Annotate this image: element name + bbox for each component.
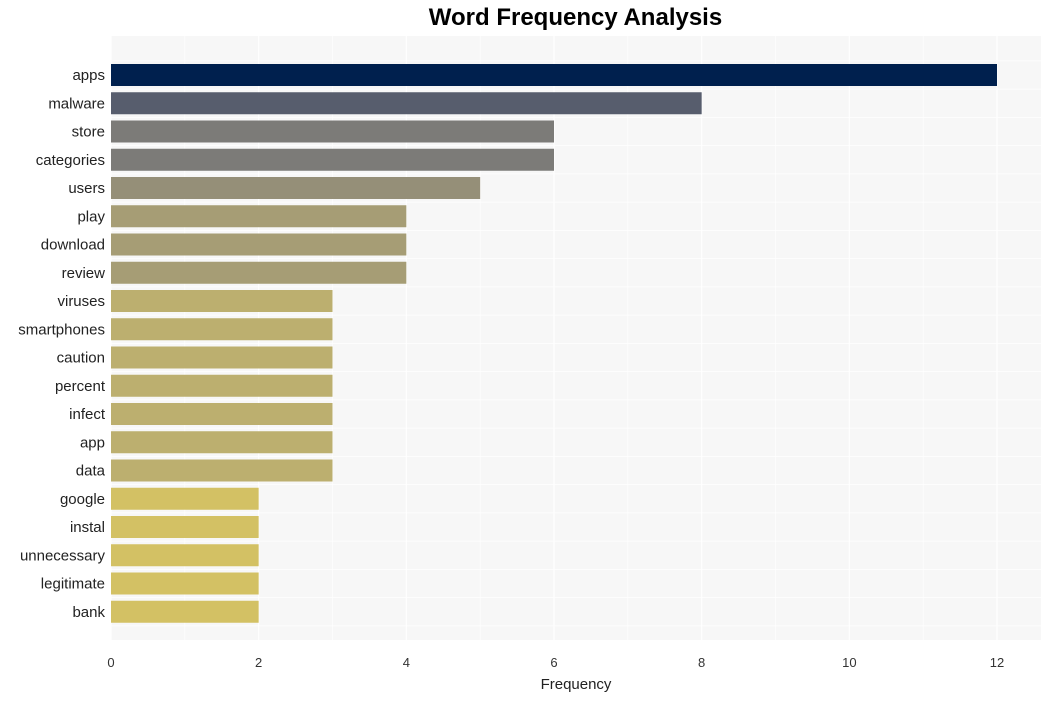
bar-infect (111, 403, 333, 425)
bar-viruses (111, 290, 333, 312)
bar-data (111, 459, 333, 482)
bar-categories (111, 148, 554, 171)
x-tick-label: 4 (403, 655, 410, 670)
bar-chart: apps malware store categories users play downl… (18, 36, 1041, 693)
bar-instal (111, 516, 259, 538)
category-label: download (41, 237, 105, 254)
category-label: malware (48, 95, 105, 112)
x-tick-label: 12 (990, 655, 1004, 670)
category-label: percent (55, 378, 106, 395)
bar-google (111, 487, 259, 510)
category-label: app (80, 434, 105, 451)
x-tick-label: 2 (255, 655, 262, 670)
category-label: users (68, 180, 105, 197)
category-label: categories (36, 152, 105, 169)
category-label: store (72, 124, 105, 141)
bar-download (111, 233, 407, 256)
category-label: infect (69, 406, 106, 423)
bar-store (111, 120, 554, 143)
bar-legitimate (111, 572, 259, 595)
bar-users (111, 177, 481, 199)
x-axis-label: Frequency (541, 676, 612, 693)
category-label: review (62, 265, 106, 282)
y-axis-labels: apps malware store categories users play downl… (18, 67, 106, 621)
category-label: instal (70, 519, 105, 536)
category-label: viruses (57, 293, 105, 310)
category-label: bank (72, 604, 105, 621)
category-label: unnecessary (20, 547, 106, 564)
bar-play (111, 205, 407, 228)
bar-unnecessary (111, 544, 259, 567)
bar-review (111, 261, 407, 284)
bar-malware (111, 92, 702, 115)
bar-bank (111, 600, 259, 623)
category-label: smartphones (18, 321, 105, 338)
bar-smartphones (111, 318, 333, 341)
category-label: google (60, 491, 105, 508)
category-label: caution (57, 350, 105, 367)
x-tick-label: 6 (550, 655, 557, 670)
category-label: apps (72, 67, 105, 84)
bar-caution (111, 346, 333, 369)
x-tick-label: 0 (107, 655, 114, 670)
x-axis-ticks: 0 2 4 6 8 10 12 (107, 655, 1004, 670)
bar-app (111, 431, 333, 454)
category-label: legitimate (41, 576, 105, 593)
category-label: data (76, 463, 106, 480)
bar-apps (111, 64, 997, 86)
bar-percent (111, 374, 333, 397)
x-tick-label: 8 (698, 655, 705, 670)
category-label: play (77, 208, 105, 225)
x-tick-label: 10 (842, 655, 856, 670)
